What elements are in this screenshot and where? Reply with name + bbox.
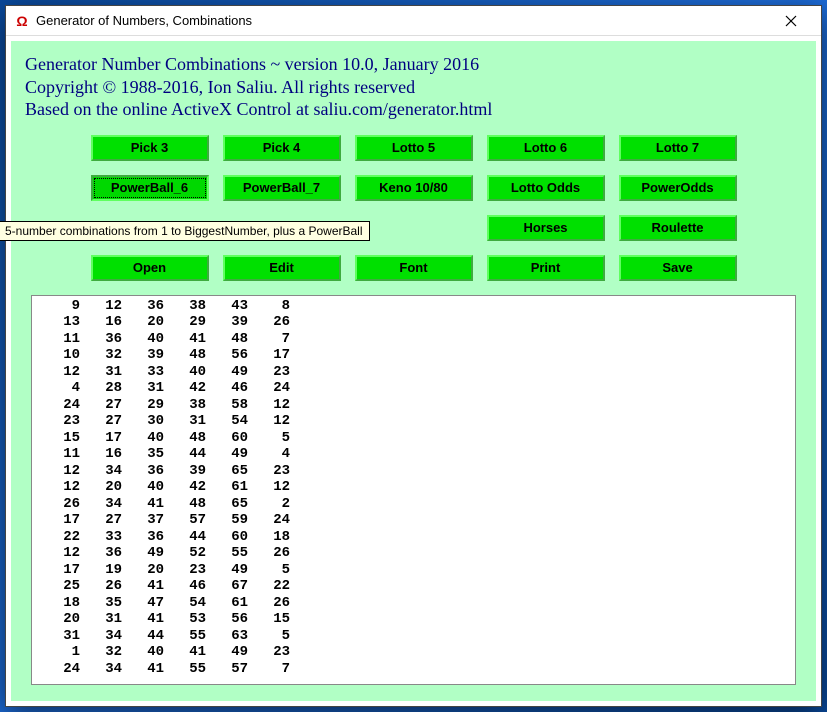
main-panel: Generator Number Combinations ~ version … (11, 41, 816, 701)
pick-3-button[interactable]: Pick 3 (91, 135, 209, 161)
powerball-6-button[interactable]: PowerBall_6 (91, 175, 209, 201)
app-icon: Ω (14, 13, 30, 29)
power-odds-button[interactable]: PowerOdds (619, 175, 737, 201)
lotto-odds-button[interactable]: Lotto Odds (487, 175, 605, 201)
tooltip: 5-number combinations from 1 to BiggestN… (11, 221, 370, 241)
save-button[interactable]: Save (619, 255, 737, 281)
lotto-7-button[interactable]: Lotto 7 (619, 135, 737, 161)
roulette-button[interactable]: Roulette (619, 215, 737, 241)
horses-button[interactable]: Horses (487, 215, 605, 241)
heading-line-1: Generator Number Combinations ~ version … (25, 53, 806, 76)
print-button[interactable]: Print (487, 255, 605, 281)
open-button[interactable]: Open (91, 255, 209, 281)
close-button[interactable] (768, 7, 813, 35)
font-button[interactable]: Font (355, 255, 473, 281)
powerball-7-button[interactable]: PowerBall_7 (223, 175, 341, 201)
window-title: Generator of Numbers, Combinations (36, 13, 768, 28)
titlebar: Ω Generator of Numbers, Combinations (6, 6, 821, 36)
lotto-6-button[interactable]: Lotto 6 (487, 135, 605, 161)
button-grid: Pick 3 Pick 4 Lotto 5 Lotto 6 Lotto 7 Po… (21, 135, 806, 281)
keno-10-80-button[interactable]: Keno 10/80 (355, 175, 473, 201)
heading-block: Generator Number Combinations ~ version … (25, 53, 806, 121)
app-window: Ω Generator of Numbers, Combinations Gen… (5, 5, 822, 707)
edit-button[interactable]: Edit (223, 255, 341, 281)
output-textarea[interactable]: 9 12 36 38 43 8 13 16 20 29 39 26 11 36 … (31, 295, 796, 686)
lotto-5-button[interactable]: Lotto 5 (355, 135, 473, 161)
close-icon (785, 15, 797, 27)
pick-4-button[interactable]: Pick 4 (223, 135, 341, 161)
heading-line-2: Copyright © 1988-2016, Ion Saliu. All ri… (25, 76, 806, 99)
heading-line-3: Based on the online ActiveX Control at s… (25, 98, 806, 121)
